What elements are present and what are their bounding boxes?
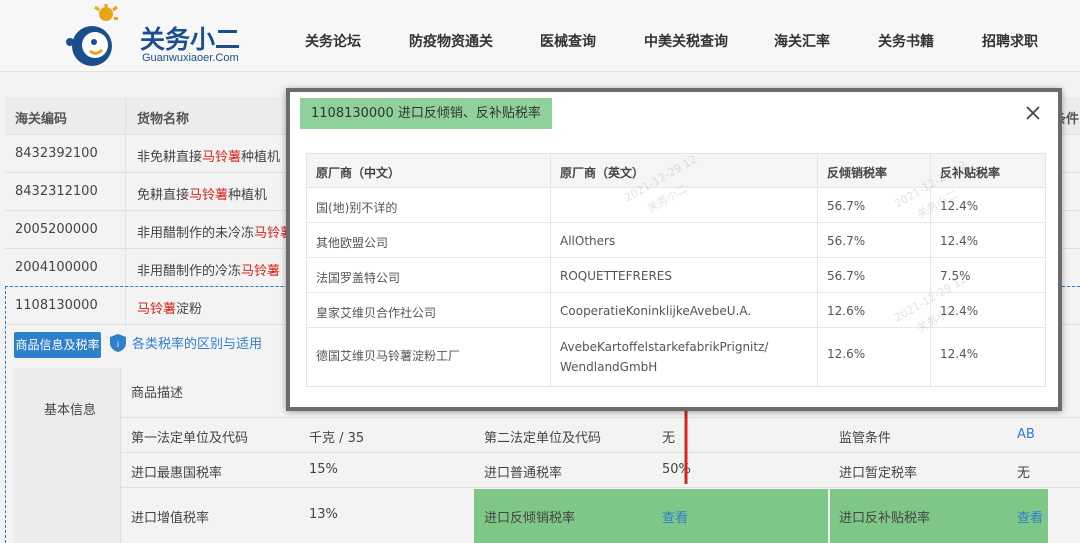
table-row: 法国罗盖特公司 ROQUETTEFRERES 56.7% 7.5% (307, 258, 1045, 293)
modal-title: 1108130000 进口反倾销、反补贴税率 (300, 98, 552, 129)
manufacturer-cn: 其他欧盟公司 (316, 236, 389, 250)
attr-label: 进口普通税率 (484, 466, 563, 481)
manufacturer-en: CooperatieKoninklijkeAvebeU.A. (560, 304, 752, 318)
nav-item-exchange-rate[interactable]: 海关汇率 (774, 31, 830, 51)
view-anti-dumping-link[interactable]: 查看 (662, 507, 688, 526)
attr-row: 第一法定单位及代码 千克 / 35 第二法定单位及代码 无 监管条件 AB (121, 418, 1080, 453)
hs-code: 2004100000 (15, 260, 98, 275)
hs-code: 8432312100 (15, 184, 98, 199)
nav-item-us-tariff[interactable]: 中美关税查询 (644, 31, 728, 51)
manufacturer-en: AvebeKartoffelstarkefabrikPrignitz/Wendl… (560, 340, 769, 374)
hs-code: 8432392100 (15, 146, 98, 161)
attr-row: 进口增值税率 13% 进口反倾销税率 查看 进口反补贴税率 查看 (121, 488, 1080, 543)
site-logo[interactable]: 关务小二 Guanwuxiaoer.Com (66, 4, 256, 68)
section-label: 基本信息 (44, 403, 97, 418)
attr-label: 第二法定单位及代码 (484, 431, 602, 446)
attr-value: 无 (1017, 466, 1031, 481)
supervision-code-link[interactable]: AB (1017, 427, 1035, 442)
nav-item-epidemic-clearance[interactable]: 防疫物资通关 (409, 31, 493, 51)
logo-title: 关务小二 (140, 25, 241, 54)
countervailing-rate: 7.5% (940, 269, 971, 283)
table-row: 德国艾维贝马铃薯淀粉工厂 AvebeKartoffelstarkefabrikP… (307, 328, 1045, 386)
tab-goods-info-rates[interactable]: 商品信息及税率 (14, 332, 101, 358)
attr-label: 进口最惠国税率 (131, 466, 223, 481)
col-header-manufacturer-cn: 原厂商（中文） (316, 166, 401, 180)
attr-label: 进口暂定税率 (839, 466, 918, 481)
col-header-name: 货物名称 (137, 112, 190, 127)
manufacturer-cn: 国(地)别不详的 (316, 201, 398, 215)
svg-text:i: i (117, 340, 119, 349)
attr-row: 进口最惠国税率 15% 进口普通税率 50% 进口暂定税率 无 (121, 453, 1080, 488)
nav-item-forum[interactable]: 关务论坛 (305, 31, 361, 51)
attr-label: 第一法定单位及代码 (131, 431, 249, 446)
anti-dumping-rate: 56.7% (827, 234, 866, 248)
table-row: 其他欧盟公司 AllOthers 56.7% 12.4% (307, 223, 1045, 258)
nav-item-jobs[interactable]: 招聘求职 (982, 31, 1038, 51)
logo-subtitle: Guanwuxiaoer.Com (142, 52, 239, 64)
attr-label: 进口增值税率 (131, 511, 210, 526)
table-row: 皇家艾维贝合作社公司 CooperatieKoninklijkeAvebeU.A… (307, 293, 1045, 328)
countervailing-rate: 12.4% (940, 304, 979, 318)
goods-name: 非用醋制作的未冷冻马铃薯 (137, 226, 294, 241)
column-divider (930, 154, 931, 386)
anti-dumping-rate: 56.7% (827, 199, 866, 213)
goods-name: 非用醋制作的冷冻马铃薯 (137, 264, 281, 279)
goods-name: 免耕直接马铃薯种植机 (137, 188, 268, 203)
column-divider (550, 154, 551, 386)
attr-label: 进口反补贴税率 (839, 511, 931, 526)
column-divider (817, 154, 818, 386)
attr-label: 进口反倾销税率 (484, 511, 576, 526)
col-header-anti-dumping: 反倾销税率 (827, 166, 888, 180)
attr-value: 千克 / 35 (309, 431, 365, 446)
main-nav: 关务论坛 防疫物资通关 医械查询 中美关税查询 海关汇率 关务书籍 招聘求职 (282, 0, 1072, 72)
view-countervailing-link[interactable]: 查看 (1017, 507, 1043, 526)
table-row: 国(地)别不详的 56.7% 12.4% (307, 188, 1045, 223)
col-header-countervailing: 反补贴税率 (940, 166, 1001, 180)
manufacturer-en: AllOthers (560, 234, 616, 248)
attr-label: 监管条件 (839, 431, 892, 446)
rates-table-header: 原厂商（中文） 原厂商（英文） 反倾销税率 反补贴税率 (307, 154, 1045, 188)
rate-difference-link[interactable]: i 各类税率的区别与适用 (110, 334, 262, 356)
nav-item-books[interactable]: 关务书籍 (878, 31, 934, 51)
countervailing-rate: 12.4% (940, 199, 979, 213)
anti-dumping-rate: 12.6% (827, 347, 866, 361)
attr-value: 无 (662, 431, 676, 446)
nav-item-medical-device[interactable]: 医械查询 (540, 31, 596, 51)
rates-modal: 1108130000 进口反倾销、反补贴税率 原厂商（中文） 原厂商（英文） 反… (286, 88, 1062, 411)
col-header-code: 海关编码 (15, 112, 68, 127)
attr-value: 13% (309, 507, 338, 522)
countervailing-rate: 12.4% (940, 234, 979, 248)
manufacturer-cn: 德国艾维贝马铃薯淀粉工厂 (316, 349, 461, 363)
anti-dumping-rate: 56.7% (827, 269, 866, 283)
section-label-column: 基本信息 (14, 368, 121, 543)
attr-label: 商品描述 (131, 386, 184, 401)
countervailing-rate: 12.4% (940, 347, 979, 361)
rates-table: 原厂商（中文） 原厂商（英文） 反倾销税率 反补贴税率 国(地)别不详的 56.… (306, 153, 1046, 387)
site-header: 关务小二 Guanwuxiaoer.Com 关务论坛 防疫物资通关 医械查询 中… (0, 0, 1080, 72)
col-header-manufacturer-en: 原厂商（英文） (560, 166, 645, 180)
manufacturer-en: ROQUETTEFRERES (560, 269, 672, 283)
hs-code: 2005200000 (15, 222, 98, 237)
shield-icon: i (110, 334, 126, 352)
goods-name: 非免耕直接马铃薯种植机 (137, 150, 281, 165)
rate-difference-link-label: 各类税率的区别与适用 (132, 337, 263, 352)
manufacturer-cn: 皇家艾维贝合作社公司 (316, 306, 437, 320)
attr-value: 15% (309, 462, 338, 477)
close-icon[interactable] (1024, 104, 1042, 122)
manufacturer-cn: 法国罗盖特公司 (316, 271, 401, 285)
logo-mascot-icon (66, 4, 119, 66)
anti-dumping-rate: 12.6% (827, 304, 866, 318)
